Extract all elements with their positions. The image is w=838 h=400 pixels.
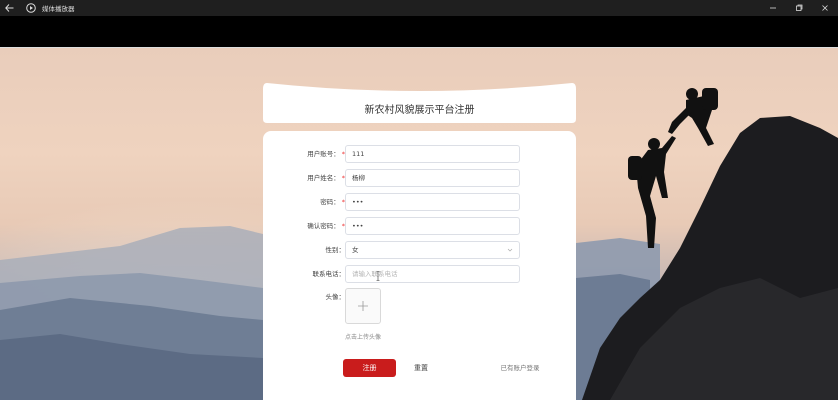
plus-icon <box>358 301 368 311</box>
confirm-password-label: 确认密码： * <box>307 217 345 235</box>
phone-label: 联系电话： <box>312 270 346 278</box>
username-input[interactable]: 111 <box>345 145 520 163</box>
minimize-button[interactable] <box>760 0 786 16</box>
avatar-hint: 点击上传头像 <box>345 334 382 341</box>
gender-value: 女 <box>352 246 359 254</box>
avatar-label: 头像： <box>325 293 346 301</box>
window-titlebar: 媒体播放器 <box>0 0 838 16</box>
text-cursor-icon <box>376 271 380 281</box>
window-controls <box>760 0 838 16</box>
username-label-text: 用户账号： <box>307 150 340 158</box>
realname-row: 用户姓名： * 杨柳 <box>263 169 576 187</box>
password-row: 密码： * ••• <box>263 193 576 211</box>
confirm-password-input[interactable]: ••• <box>345 217 520 235</box>
maximize-icon <box>796 4 803 11</box>
back-button[interactable] <box>0 0 18 16</box>
page-title: 新农村风貌展示平台注册 <box>364 105 475 116</box>
maximize-button[interactable] <box>786 0 812 16</box>
username-label: 用户账号： * <box>307 145 345 163</box>
window-title: 媒体播放器 <box>42 5 75 13</box>
register-form: 用户账号： * 111 用户姓名： * 杨柳 密码： * ••• 确认密码： * •••… <box>263 131 576 400</box>
password-input[interactable]: ••• <box>345 193 520 211</box>
minimize-icon <box>770 7 776 9</box>
arrow-left-icon <box>4 4 13 12</box>
username-row: 用户账号： * 111 <box>263 145 576 163</box>
close-button[interactable] <box>812 0 838 16</box>
play-circle-icon <box>26 3 36 13</box>
avatar-upload[interactable] <box>345 288 381 324</box>
header-card: 新农村风貌展示平台注册 <box>263 81 576 123</box>
realname-label-text: 用户姓名： <box>307 174 340 182</box>
gender-row: 性别： 女 <box>263 241 576 259</box>
login-link[interactable]: 已有账户登录 <box>495 359 545 377</box>
gender-label: 性别： <box>325 246 346 254</box>
media-toolbar-area <box>0 16 838 47</box>
phone-input[interactable]: 请输入联系电话 <box>345 265 520 283</box>
password-label-text: 密码： <box>320 198 340 206</box>
realname-label: 用户姓名： * <box>307 169 345 187</box>
phone-row: 联系电话： 请输入联系电话 <box>263 265 576 283</box>
realname-input[interactable]: 杨柳 <box>345 169 520 187</box>
reset-button[interactable]: 重置 <box>406 359 436 377</box>
close-icon <box>822 5 828 11</box>
register-button[interactable]: 注册 <box>343 359 396 377</box>
confirm-password-label-text: 确认密码： <box>307 222 340 230</box>
chevron-down-icon <box>507 248 513 252</box>
password-label: 密码： * <box>320 193 345 211</box>
gender-select[interactable]: 女 <box>345 241 520 259</box>
confirm-password-row: 确认密码： * ••• <box>263 217 576 235</box>
